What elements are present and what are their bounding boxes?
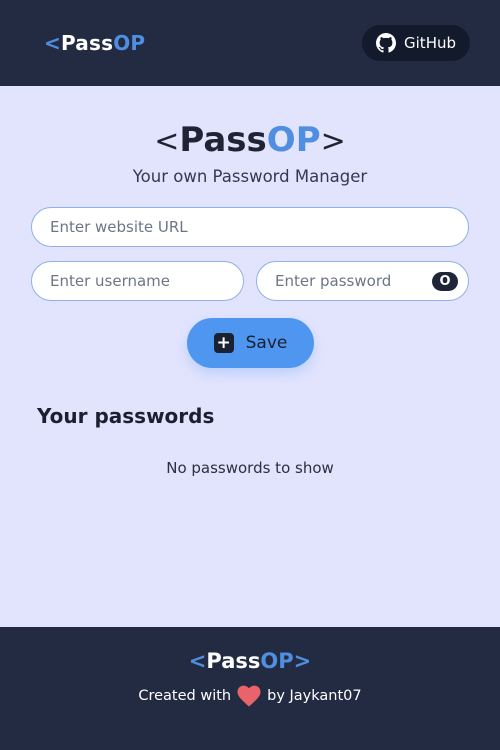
hero-open-bracket: < xyxy=(154,124,180,159)
website-url-field[interactable] xyxy=(31,207,469,247)
password-input[interactable] xyxy=(275,272,432,290)
empty-passwords-message: No passwords to show xyxy=(166,459,334,477)
footer-open-bracket: < xyxy=(188,649,207,673)
username-input[interactable] xyxy=(50,272,225,290)
hero-close-bracket: > xyxy=(320,124,346,159)
username-field[interactable] xyxy=(31,261,244,301)
main-content: <PassOP> Your own Password Manager O + S… xyxy=(0,86,500,627)
tagline: Your own Password Manager xyxy=(132,167,368,186)
footer: <PassOP> Created with by Jaykant07 xyxy=(0,627,500,750)
author-text: by Jaykant07 xyxy=(267,688,362,704)
navbar: <PassOP GitHub xyxy=(0,0,500,86)
heart-icon xyxy=(237,685,261,707)
hero-logo: <PassOP> xyxy=(0,120,500,160)
hero-op: OP xyxy=(266,120,321,160)
plus-icon: + xyxy=(213,333,234,353)
github-icon xyxy=(376,33,397,53)
footer-credit: Created with by Jaykant07 xyxy=(0,685,500,707)
footer-close-bracket: > xyxy=(293,649,312,673)
github-label: GitHub xyxy=(404,34,456,52)
show-password-icon[interactable]: O xyxy=(432,271,458,291)
nav-logo[interactable]: <PassOP xyxy=(44,31,145,55)
save-label: Save xyxy=(245,333,288,353)
footer-logo: <PassOP> xyxy=(0,649,500,673)
save-button[interactable]: + Save xyxy=(187,318,314,368)
logo-open-bracket: < xyxy=(44,31,61,55)
footer-pass: Pass xyxy=(206,649,261,673)
passwords-heading: Your passwords xyxy=(37,404,215,428)
password-field[interactable]: O xyxy=(256,261,469,301)
footer-op: OP xyxy=(260,649,294,673)
logo-op: OP xyxy=(113,31,146,55)
website-url-input[interactable] xyxy=(50,218,450,236)
created-with-text: Created with xyxy=(138,688,232,704)
github-button[interactable]: GitHub xyxy=(362,25,470,61)
logo-pass: Pass xyxy=(60,31,114,55)
hero-pass: Pass xyxy=(179,120,267,160)
